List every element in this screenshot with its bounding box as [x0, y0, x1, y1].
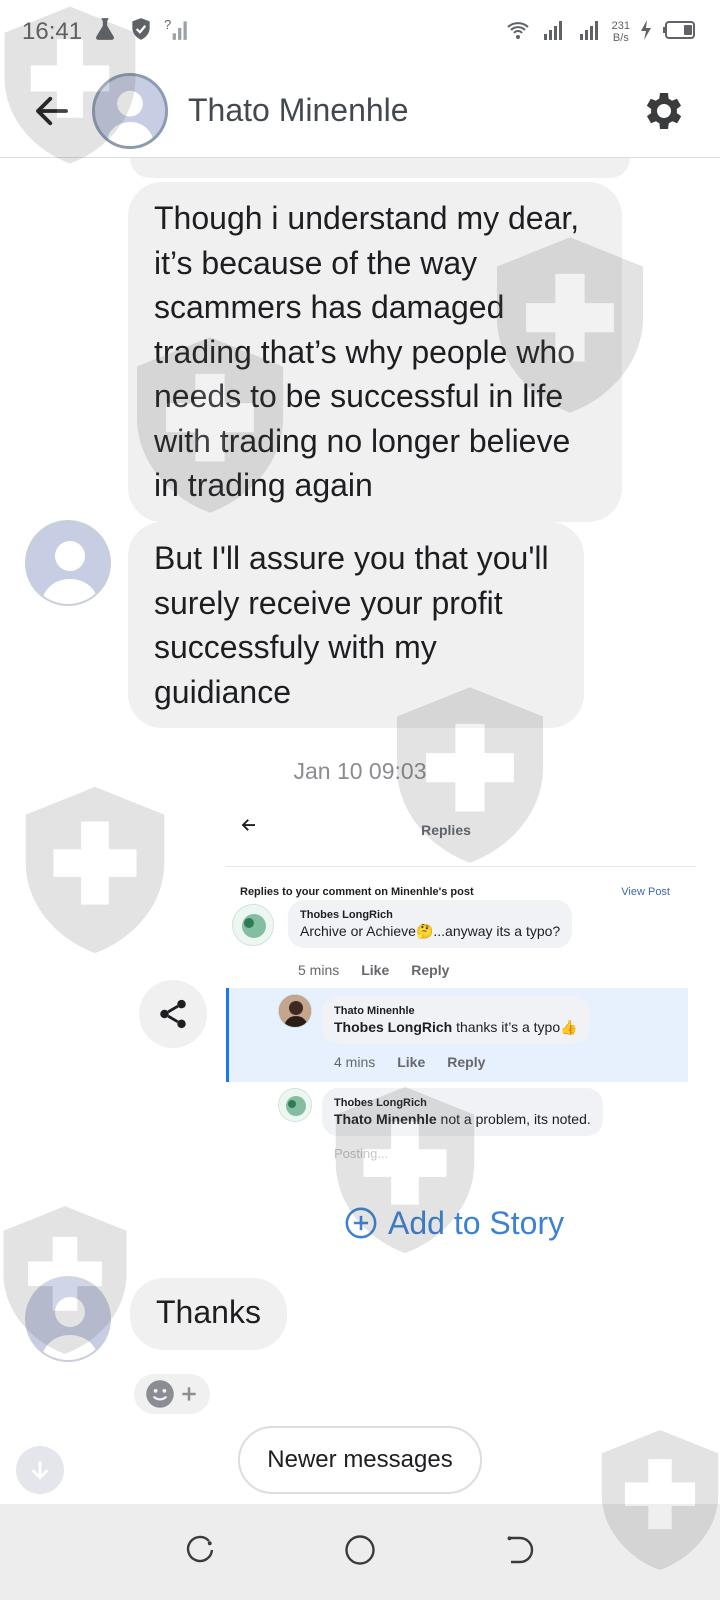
back-button[interactable]	[12, 71, 92, 151]
message-timestamp: Jan 10 09:03	[293, 758, 427, 784]
message-bubble[interactable]: But I'll assure you that you'll surely r…	[128, 522, 584, 728]
wifi-icon	[504, 18, 532, 47]
comment-meta: 5 mins Like Reply	[298, 962, 450, 978]
charging-icon	[638, 18, 654, 47]
watermark-shield-icon	[25, 786, 165, 954]
flask-icon	[92, 16, 118, 49]
sender-avatar[interactable]	[25, 520, 111, 606]
signal-icon	[540, 18, 568, 47]
commenter-avatar	[278, 1088, 312, 1122]
back-nav-button[interactable]	[502, 1532, 538, 1573]
commenter-avatar	[278, 994, 312, 1028]
comment-text: Archive or Achieve🤔...anyway its a typo?	[300, 923, 561, 939]
message-text: Thanks	[156, 1294, 261, 1330]
sender-avatar[interactable]	[25, 1276, 111, 1362]
commenter-name: Thobes LongRich	[300, 909, 393, 921]
comment-bubble: Thato Minenhle Thobes LongRich thanks it…	[322, 996, 590, 1044]
smiley-icon	[146, 1380, 174, 1408]
home-button[interactable]	[342, 1532, 378, 1573]
settings-button[interactable]	[622, 71, 702, 151]
commenter-avatar	[232, 904, 274, 946]
status-bar: 16:41 ? 231 B/s	[0, 0, 720, 64]
posting-status: Posting...	[334, 1146, 389, 1161]
message-text: Though i understand my dear, it’s becaus…	[154, 200, 580, 503]
commenter-name: Thobes LongRich	[334, 1097, 427, 1109]
message-bubble[interactable]: Thanks	[130, 1278, 287, 1350]
chat-header: Thato Minenhle	[0, 64, 720, 158]
recents-icon	[186, 1535, 214, 1562]
message-bubble[interactable]: Though i understand my dear, it’s becaus…	[128, 182, 622, 522]
comment-text: Thobes LongRich thanks it’s a typo👍	[334, 1019, 578, 1035]
shield-check-icon	[128, 16, 154, 49]
back-nav-icon	[507, 1535, 534, 1563]
gear-icon	[646, 92, 682, 129]
share-button[interactable]	[139, 980, 207, 1048]
arrow-left-icon	[36, 96, 68, 125]
divider	[226, 866, 696, 867]
battery-icon	[662, 18, 698, 47]
contact-name[interactable]: Thato Minenhle	[188, 92, 622, 129]
shared-screenshot[interactable]: Replies Replies to your comment on Minen…	[226, 800, 696, 1200]
system-nav-bar	[0, 1504, 720, 1600]
signal-icon	[576, 18, 604, 47]
status-time: 16:41	[22, 18, 83, 45]
plus-circle-icon	[345, 1207, 377, 1239]
commenter-name: Thato Minenhle	[334, 1005, 415, 1017]
add-reaction-button[interactable]	[134, 1374, 210, 1414]
signal-unknown-icon: ?	[164, 16, 190, 49]
arrow-down-icon	[31, 1461, 49, 1480]
plus-icon	[182, 1387, 196, 1401]
comment-bubble: Thobes LongRich Thato Minenhle not a pro…	[322, 1088, 603, 1136]
message-bubble-partial	[130, 158, 630, 178]
network-speed: 231 B/s	[611, 20, 630, 44]
message-text: But I'll assure you that you'll surely r…	[154, 540, 549, 710]
recents-button[interactable]	[182, 1532, 218, 1573]
home-circle-icon	[345, 1534, 375, 1565]
add-to-story-label: Add to Story	[388, 1204, 565, 1241]
svg-text:?: ?	[164, 17, 171, 32]
comment-text: Thato Minenhle not a problem, its noted.	[334, 1111, 591, 1127]
comment-bubble: Thobes LongRich Archive or Achieve🤔...an…	[288, 900, 573, 948]
add-to-story-button[interactable]: Add to Story	[344, 1200, 564, 1246]
scroll-down-button[interactable]	[16, 1446, 64, 1494]
newer-messages-button[interactable]: Newer messages	[238, 1426, 482, 1494]
screenshot-title: Replies	[421, 822, 471, 838]
view-post-link: View Post	[621, 886, 670, 898]
screenshot-subtitle: Replies to your comment on Minenhle's po…	[240, 886, 474, 898]
comment-meta: 4 mins Like Reply	[334, 1054, 486, 1070]
share-icon	[160, 999, 186, 1029]
contact-avatar[interactable]	[92, 72, 168, 149]
